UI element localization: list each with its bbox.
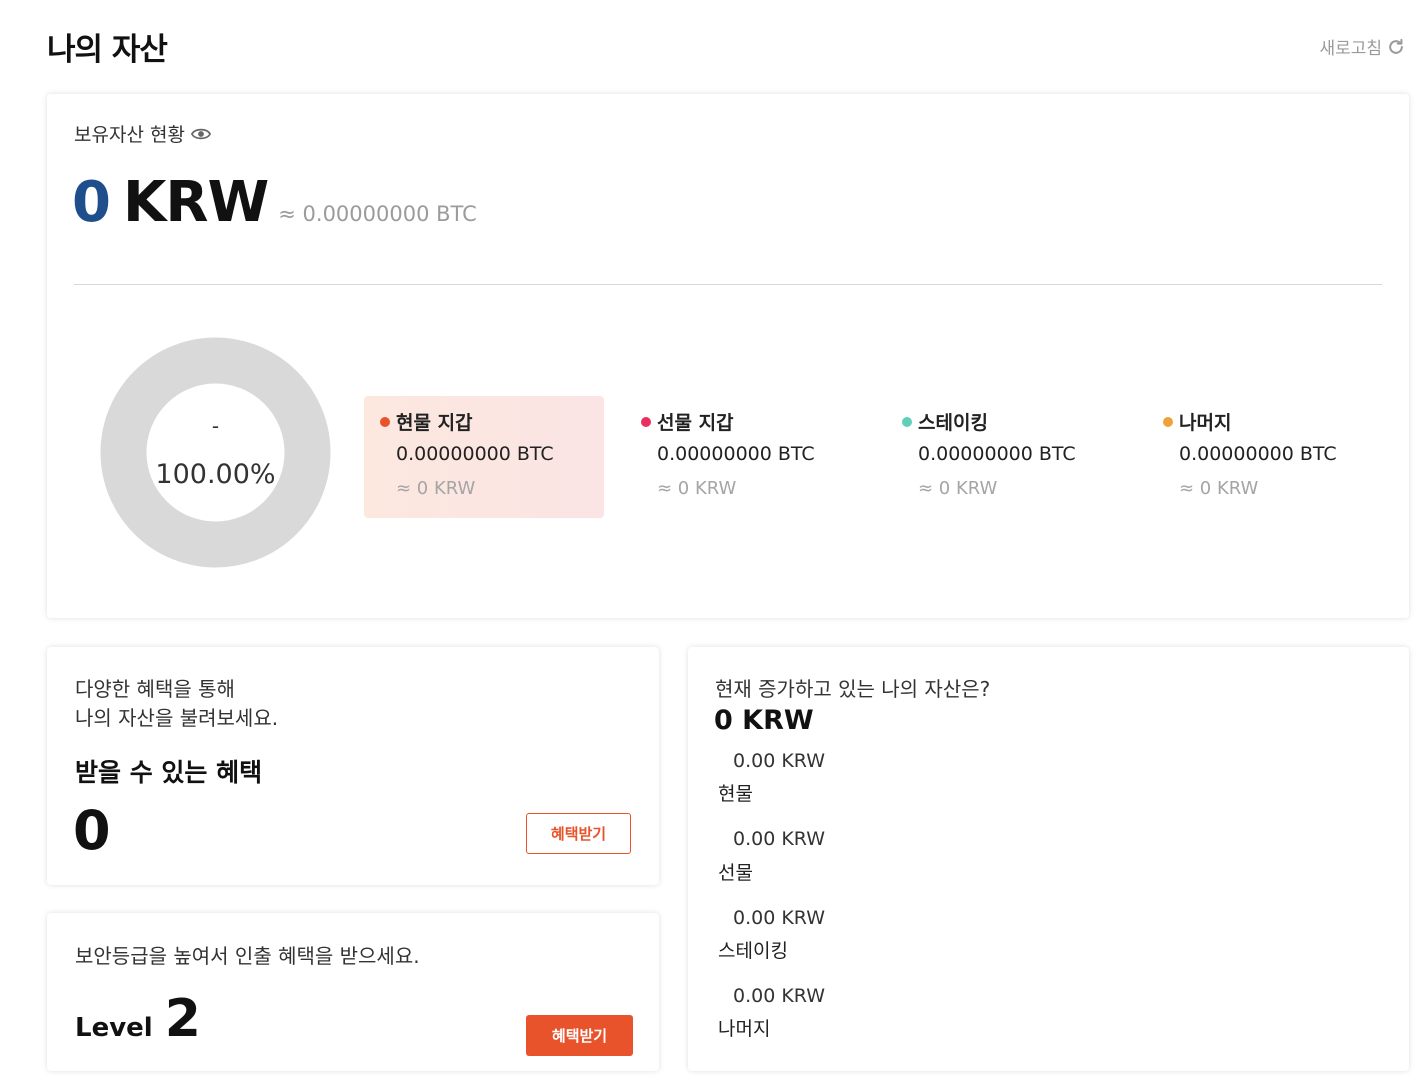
growth-item-value: 0.00 KRW — [733, 750, 826, 772]
legend-btc: 0.00000000 BTC — [396, 443, 554, 465]
total-currency: KRW — [122, 170, 269, 235]
eye-icon[interactable] — [190, 127, 211, 141]
security-benefits-button[interactable]: 혜택받기 — [526, 1015, 633, 1056]
legend-krw: ≈ 0 KRW — [396, 478, 476, 499]
legend-label: 스테이킹 — [902, 408, 988, 435]
benefits-intro-line1: 다양한 혜택을 통해 — [75, 677, 235, 701]
benefits-label: 받을 수 있는 혜택 — [75, 758, 263, 787]
growth-item-value: 0.00 KRW — [733, 907, 826, 929]
legend-btc: 0.00000000 BTC — [1179, 443, 1337, 465]
growth-question: 현재 증가하고 있는 나의 자산은? — [715, 677, 991, 701]
legend-krw: ≈ 0 KRW — [657, 478, 737, 499]
growth-item-name: 현물 — [718, 783, 753, 805]
growth-item-value: 0.00 KRW — [733, 828, 826, 850]
legend-dot — [1163, 416, 1173, 427]
legend-dot — [902, 416, 912, 427]
benefits-card: 다양한 혜택을 통해 나의 자산을 불려보세요. 받을 수 있는 혜택 0 혜택… — [47, 647, 659, 885]
legend-btc: 0.00000000 BTC — [657, 443, 815, 465]
security-text: 보안등급을 높여서 인출 혜택을 받으세요. — [75, 944, 420, 968]
growth-card: 현재 증가하고 있는 나의 자산은? 0 KRW 0.00 KRW 현물 0.0… — [688, 647, 1409, 1071]
benefits-count: 0 — [73, 799, 111, 862]
legend-futures-wallet[interactable]: 선물 지갑 0.00000000 BTC ≈ 0 KRW — [625, 396, 865, 518]
legend-name: 나머지 — [1179, 412, 1232, 434]
growth-item-name: 선물 — [718, 862, 753, 884]
asset-donut-chart — [100, 337, 331, 568]
legend-dot — [641, 416, 651, 427]
divider — [74, 284, 1382, 285]
donut-center-label: - — [211, 414, 220, 438]
growth-item-name: 스테이킹 — [718, 940, 788, 962]
growth-item-value: 0.00 KRW — [733, 985, 826, 1007]
legend-label: 나머지 — [1163, 408, 1231, 435]
receive-benefits-button[interactable]: 혜택받기 — [526, 813, 631, 854]
legend-spot-wallet[interactable]: 현물 지갑 0.00000000 BTC ≈ 0 KRW — [364, 396, 604, 518]
legend-label: 선물 지갑 — [641, 408, 734, 435]
legend-name: 현물 지갑 — [396, 412, 473, 434]
security-card: 보안등급을 높여서 인출 혜택을 받으세요. Level 2 혜택받기 — [47, 913, 659, 1071]
legend-name: 스테이킹 — [918, 412, 988, 434]
refresh-icon — [1389, 38, 1403, 54]
growth-total: 0 KRW — [714, 705, 814, 736]
legend-name: 선물 지갑 — [657, 412, 734, 434]
holdings-title: 보유자산 현황 — [74, 120, 211, 147]
refresh-label: 새로고침 — [1319, 39, 1382, 59]
legend-btc: 0.00000000 BTC — [918, 443, 1076, 465]
holdings-title-text: 보유자산 현황 — [74, 124, 185, 146]
benefits-intro-line2: 나의 자산을 불려보세요. — [75, 706, 279, 730]
page-title: 나의 자산 — [47, 32, 168, 68]
total-value: 0 — [72, 170, 111, 235]
growth-item-name: 나머지 — [718, 1018, 771, 1040]
legend-label: 현물 지갑 — [380, 408, 473, 435]
security-level-value: 2 — [164, 989, 201, 1049]
security-level: Level 2 — [75, 989, 201, 1049]
legend-others[interactable]: 나머지 0.00000000 BTC ≈ 0 KRW — [1147, 396, 1387, 518]
total-btc: ≈ 0.00000000 BTC — [278, 202, 477, 226]
security-level-label: Level — [75, 1013, 153, 1043]
legend-dot — [380, 416, 390, 427]
refresh-button[interactable]: 새로고침 — [1319, 34, 1406, 59]
legend-krw: ≈ 0 KRW — [918, 478, 998, 499]
legend-krw: ≈ 0 KRW — [1179, 478, 1259, 499]
holdings-card: 보유자산 현황 0 KRW ≈ 0.00000000 BTC - 100.00%… — [47, 94, 1409, 618]
donut-ring — [100, 337, 331, 568]
total-balance: 0 KRW ≈ 0.00000000 BTC — [72, 170, 477, 235]
legend-staking[interactable]: 스테이킹 0.00000000 BTC ≈ 0 KRW — [886, 396, 1126, 518]
donut-center-percent: 100.00% — [155, 459, 276, 490]
